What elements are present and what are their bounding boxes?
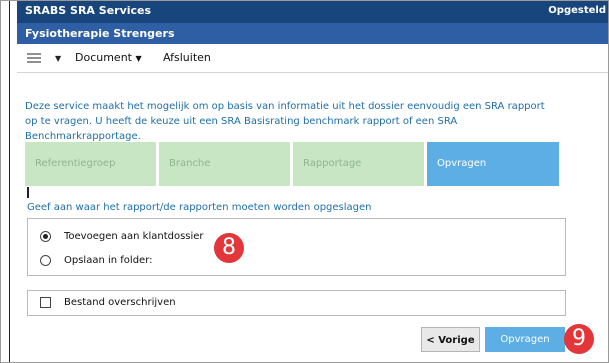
option-save-in-folder-label: Opslaan in folder: — [64, 255, 153, 266]
storage-instruction: Geef aan waar het rapport/de rapporten m… — [27, 202, 372, 213]
step-opvragen[interactable]: Opvragen — [427, 142, 559, 186]
overwrite-box: Bestand overschrijven — [27, 290, 566, 316]
title-bar: SRABS SRA Services Opgesteld — [17, 1, 608, 23]
previous-button[interactable]: < Vorige — [421, 327, 480, 352]
step-branche[interactable]: Branche — [159, 142, 290, 186]
submit-button[interactable]: Opvragen — [485, 327, 565, 352]
annotation-marker-9: 9 — [564, 324, 594, 354]
app-title: SRABS SRA Services — [25, 4, 152, 17]
menu-bar: ▼ Document ▼ Afsluiten — [17, 44, 608, 73]
radio-selected-icon[interactable] — [40, 231, 51, 242]
window-left-edge — [9, 1, 10, 362]
text-cursor — [27, 187, 29, 198]
checkbox-icon[interactable] — [40, 297, 51, 308]
option-save-in-folder[interactable]: Opslaan in folder: — [40, 255, 153, 266]
hamburger-menu-icon[interactable] — [27, 53, 41, 63]
overwrite-file-label: Bestand overschrijven — [64, 297, 176, 308]
menu-close[interactable]: Afsluiten — [163, 51, 211, 64]
hamburger-caret-icon[interactable]: ▼ — [55, 54, 61, 63]
step-referentiegroep[interactable]: Referentiegroep — [25, 142, 156, 186]
document-caret-icon: ▼ — [135, 54, 142, 63]
option-add-to-client-file-label: Toevoegen aan klantdossier — [64, 231, 204, 242]
annotation-marker-8: 8 — [214, 233, 244, 263]
option-add-to-client-file[interactable]: Toevoegen aan klantdossier — [40, 231, 204, 242]
storage-options-box: Toevoegen aan klantdossier Opslaan in fo… — [27, 218, 566, 276]
company-bar: Fysiotherapie Strengers — [17, 23, 608, 44]
radio-unselected-icon[interactable] — [40, 255, 51, 266]
overwrite-file-checkbox[interactable]: Bestand overschrijven — [40, 297, 176, 308]
menu-document-label: Document — [75, 51, 132, 64]
status-label: Opgesteld — [548, 5, 606, 16]
wizard-steps: Referentiegroep Branche Rapportage Opvra… — [25, 142, 562, 186]
service-description: Deze service maakt het mogelijk om op ba… — [25, 101, 545, 142]
step-rapportage[interactable]: Rapportage — [293, 142, 424, 186]
window: SRABS SRA Services Opgesteld Fysiotherap… — [0, 0, 609, 363]
company-name: Fysiotherapie Strengers — [25, 27, 175, 40]
menu-document[interactable]: Document ▼ — [75, 51, 142, 64]
